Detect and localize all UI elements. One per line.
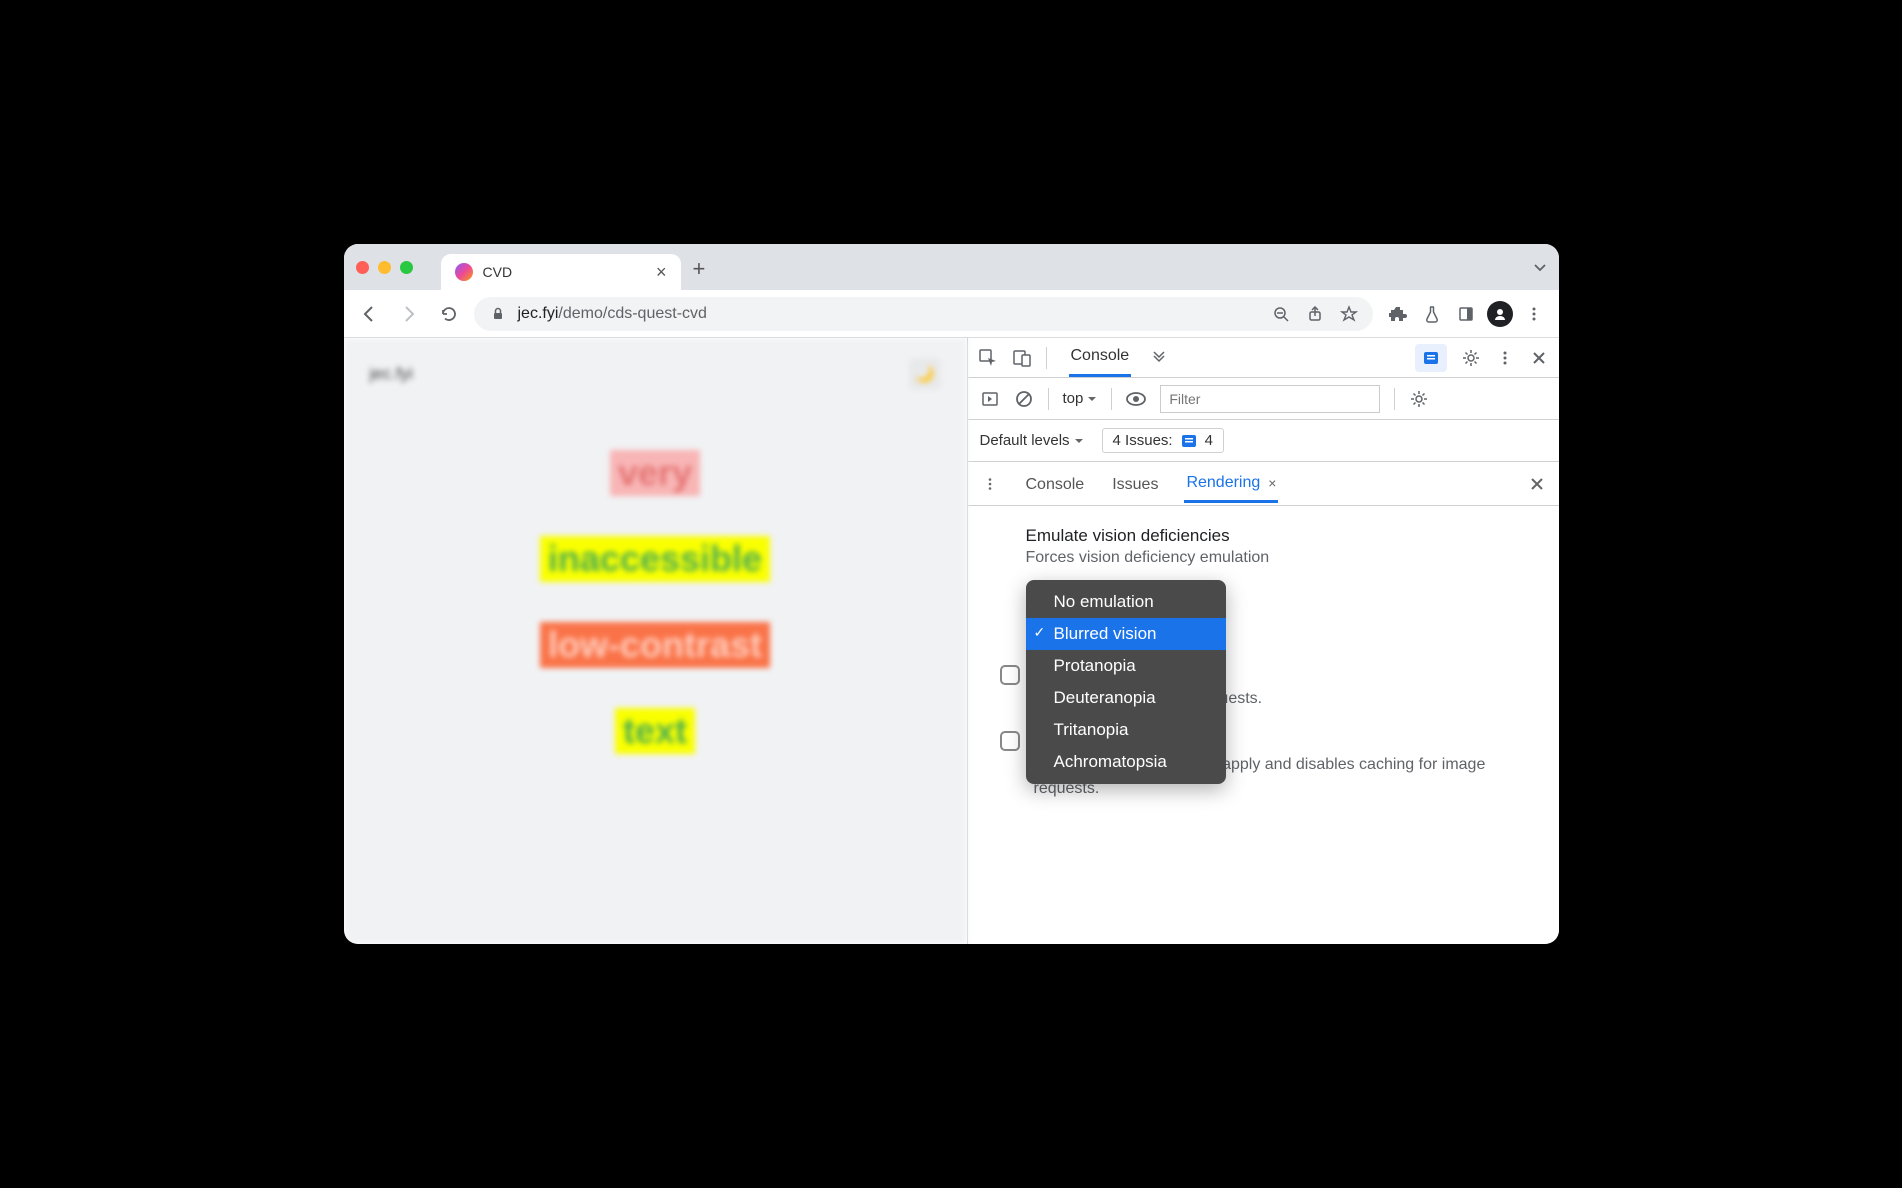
live-expression-button[interactable] — [1126, 389, 1146, 409]
back-button[interactable] — [354, 299, 384, 329]
dropdown-option[interactable]: Deuteranopia — [1026, 682, 1226, 714]
section-subtitle: Forces vision deficiency emulation — [1026, 549, 1531, 567]
url-bar[interactable]: jec.fyi/demo/cds-quest-cvd — [474, 297, 1373, 331]
checkbox[interactable] — [1000, 665, 1020, 685]
sample-word: low-contrast — [540, 622, 770, 668]
devtools-header: Console — [968, 338, 1559, 378]
issues-counter[interactable]: 4 Issues: 4 — [1102, 428, 1224, 453]
reload-button[interactable] — [434, 299, 464, 329]
forward-button[interactable] — [394, 299, 424, 329]
tab-console[interactable]: Console — [1069, 338, 1132, 377]
drawer-tab-console[interactable]: Console — [1024, 466, 1087, 502]
sidebar-toggle-button[interactable] — [980, 389, 1000, 409]
close-drawer-button[interactable] — [1527, 474, 1547, 494]
vision-deficiency-dropdown[interactable]: No emulation Blurred vision Protanopia D… — [1026, 580, 1226, 784]
star-icon[interactable] — [1339, 304, 1359, 324]
favicon — [455, 263, 473, 281]
extensions-button[interactable] — [1383, 299, 1413, 329]
drawer-menu-button[interactable] — [980, 474, 1000, 494]
dropdown-option[interactable]: Protanopia — [1026, 650, 1226, 682]
section-title: Emulate vision deficiencies — [1026, 526, 1531, 546]
sample-word: text — [615, 708, 695, 754]
close-devtools-button[interactable] — [1529, 348, 1549, 368]
devtools-panel: Console top — [967, 338, 1559, 944]
sidepanel-button[interactable] — [1451, 299, 1481, 329]
browser-tab[interactable]: CVD × — [441, 254, 681, 290]
profile-button[interactable] — [1485, 299, 1515, 329]
theme-toggle[interactable]: 🌙 — [909, 358, 941, 390]
url-text: jec.fyi/demo/cds-quest-cvd — [518, 305, 707, 323]
maximize-window-button[interactable] — [400, 261, 413, 274]
issues-badge[interactable] — [1415, 344, 1447, 372]
console-toolbar: top — [968, 378, 1559, 420]
dropdown-option[interactable]: No emulation — [1026, 586, 1226, 618]
traffic-lights — [356, 261, 413, 274]
close-tab-button[interactable]: × — [656, 263, 667, 281]
drawer-tabs: Console Issues Rendering × — [968, 462, 1559, 506]
dropdown-option[interactable]: Blurred vision — [1026, 618, 1226, 650]
levels-selector[interactable]: Default levels — [980, 432, 1084, 449]
labs-button[interactable] — [1417, 299, 1447, 329]
browser-toolbar: jec.fyi/demo/cds-quest-cvd — [344, 290, 1559, 338]
tabs-menu-button[interactable] — [1533, 260, 1547, 274]
close-window-button[interactable] — [356, 261, 369, 274]
menu-button[interactable] — [1519, 299, 1549, 329]
more-button[interactable] — [1495, 348, 1515, 368]
new-tab-button[interactable]: + — [693, 258, 706, 280]
inspect-element-button[interactable] — [978, 348, 998, 368]
drawer-tab-issues[interactable]: Issues — [1110, 466, 1160, 502]
rendering-panel: Emulate vision deficiencies Forces visio… — [968, 506, 1559, 801]
context-selector[interactable]: top — [1063, 390, 1098, 407]
sample-word: very — [610, 450, 700, 496]
sample-word: inaccessible — [540, 536, 770, 582]
zoom-out-icon[interactable] — [1271, 304, 1291, 324]
content-area: jec.fyi 🌙 very inaccessible low-contrast… — [344, 338, 1559, 944]
filters-row: Default levels 4 Issues: 4 — [968, 420, 1559, 462]
dropdown-option[interactable]: Achromatopsia — [1026, 746, 1226, 778]
browser-window: CVD × + jec.fyi/demo/cds-quest-cvd — [344, 244, 1559, 944]
lock-icon — [488, 304, 508, 324]
site-name: jec.fyi — [370, 364, 413, 384]
url-bar-actions — [1271, 304, 1359, 324]
checkbox[interactable] — [1000, 731, 1020, 751]
settings-button[interactable] — [1461, 348, 1481, 368]
close-drawer-tab-icon[interactable]: × — [1268, 475, 1276, 491]
tab-title: CVD — [483, 264, 646, 280]
more-tabs-button[interactable] — [1149, 348, 1169, 368]
drawer-tab-rendering[interactable]: Rendering × — [1184, 464, 1278, 503]
clear-console-button[interactable] — [1014, 389, 1034, 409]
page-viewport: jec.fyi 🌙 very inaccessible low-contrast… — [344, 338, 967, 944]
share-icon[interactable] — [1305, 304, 1325, 324]
minimize-window-button[interactable] — [378, 261, 391, 274]
dropdown-option[interactable]: Tritanopia — [1026, 714, 1226, 746]
console-settings-button[interactable] — [1409, 389, 1429, 409]
filter-input[interactable] — [1160, 385, 1380, 413]
device-toolbar-button[interactable] — [1012, 348, 1032, 368]
tab-strip: CVD × + — [344, 244, 1559, 290]
